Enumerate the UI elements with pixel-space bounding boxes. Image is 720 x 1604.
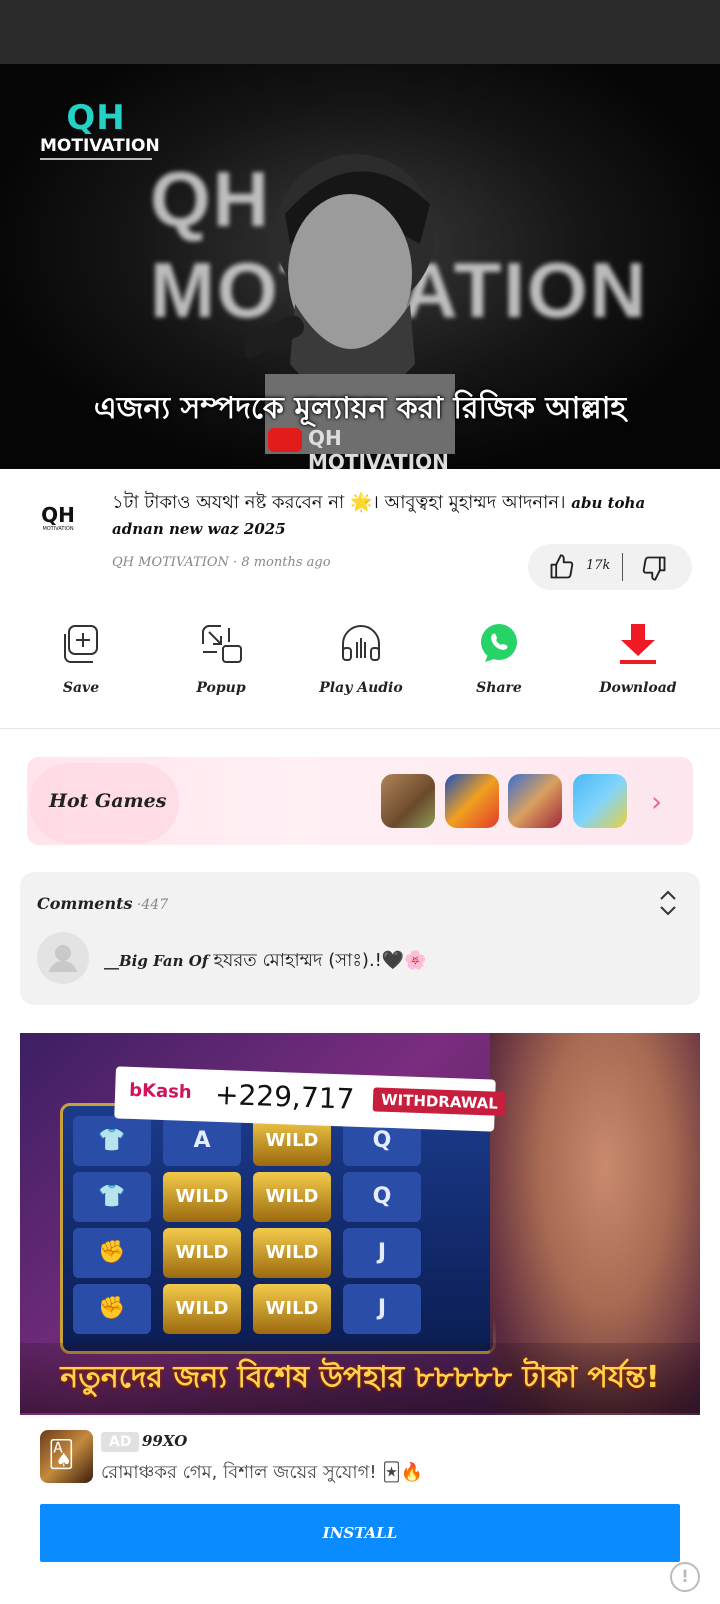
expand-collapse-icon[interactable] (656, 888, 680, 918)
reel-4: QQJJ (343, 1116, 423, 1341)
reel-symbol: J (343, 1228, 421, 1278)
download-icon (620, 624, 656, 664)
video-player[interactable]: QH MOTIVATION QH MOTIVATION QH MOTIVATIO… (0, 64, 720, 469)
download-label: Download (599, 680, 677, 696)
hot-games-banner[interactable]: Hot Games › (27, 757, 693, 845)
save-button[interactable]: Save (21, 622, 141, 696)
withdrawal-amount: +229,717 (214, 1077, 355, 1116)
commenter-avatar (37, 932, 89, 984)
top-comment: __Big Fan Of হযরত মোহাম্মদ (সাঃ).!🖤🌸 (104, 946, 427, 977)
whatsapp-icon (481, 624, 517, 662)
bookmark-add-icon (64, 625, 98, 663)
video-meta[interactable]: QH MOTIVATION · 8 months ago (112, 555, 331, 570)
reel-symbol: ✊ (73, 1228, 151, 1278)
reel-symbol: A (163, 1116, 241, 1166)
brand-logo-mark: QH (66, 98, 126, 138)
reel-symbol: 👕 (73, 1172, 151, 1222)
reel-symbol: J (343, 1284, 421, 1334)
ad-description: রোমাঞ্চকর গেম, বিশাল জয়ের সুযোগ! 🃏🔥 (101, 1462, 424, 1483)
popup-label: Popup (196, 680, 246, 696)
ad-badge: AD (101, 1432, 140, 1452)
game-tile-3[interactable] (508, 774, 562, 828)
like-dislike-pill: 17k (528, 544, 692, 590)
user-placeholder-icon (49, 945, 77, 972)
comments-count: ·447 (132, 897, 169, 913)
reel-symbol: 👕 (73, 1116, 151, 1166)
channel-avatar[interactable]: QH MOTIVATION (36, 496, 80, 540)
bkash-logo: bKash (128, 1079, 193, 1104)
slot-machine-reels: 👕 👕 ✊ ✊ A WILD WILD WILD WILD WILD WILD WILD QQJJ (60, 1103, 496, 1354)
section-divider (0, 728, 720, 729)
wild-symbol: WILD (253, 1284, 331, 1334)
wild-symbol: WILD (163, 1228, 241, 1278)
wild-symbol: WILD (253, 1172, 331, 1222)
reel-1: 👕 👕 ✊ ✊ (73, 1116, 153, 1341)
video-title: ১টা টাকাও অযথা নষ্ট করবেন না 🌟। আবুত্বহা… (112, 490, 692, 542)
reel-3: WILD WILD WILD WILD (253, 1116, 333, 1341)
comments-section[interactable]: Comments ·447 __Big Fan Of হযরত মোহাম্মদ… (20, 872, 700, 1005)
channel-avatar-text: MOTIVATION (42, 526, 74, 532)
play-audio-label: Play Audio (319, 680, 403, 696)
download-button[interactable]: Download (578, 622, 698, 696)
video-caption: এজন্য সম্পদকে মূল্যায়ন করা রিজিক আল্লাহ (93, 391, 627, 426)
game-tile-4[interactable] (573, 774, 627, 828)
advertiser-name: 99XO (142, 1432, 188, 1450)
ad-creative[interactable]: 👕 👕 ✊ ✊ A WILD WILD WILD WILD WILD WILD WILD QQJJ… (20, 1033, 700, 1415)
headphones-icon (342, 625, 380, 661)
reel-2: A WILD WILD WILD (163, 1116, 243, 1341)
withdrawal-tag: WITHDRAWAL (372, 1087, 507, 1117)
play-audio-button[interactable]: Play Audio (301, 622, 421, 696)
status-bar (0, 0, 720, 64)
install-button[interactable]: INSTALL (40, 1504, 680, 1562)
thumbs-down-icon[interactable] (640, 554, 668, 582)
like-count: 17k (586, 558, 611, 573)
wild-symbol: WILD (253, 1228, 331, 1278)
save-label: Save (62, 680, 100, 696)
info-icon[interactable]: ! (670, 1562, 700, 1592)
wild-symbol: WILD (163, 1284, 241, 1334)
popup-button[interactable]: Popup (161, 622, 281, 696)
reel-symbol: ✊ (73, 1284, 151, 1334)
chevron-right-icon[interactable]: › (651, 785, 662, 818)
top-comment-text: হযরত মোহাম্মদ (সাঃ).!🖤🌸 (213, 950, 427, 971)
top-comment-user: __Big Fan Of (104, 952, 214, 970)
video-title-bangla: ১টা টাকাও অযথা নষ্ট করবেন না 🌟। আবুত্বহা… (112, 492, 572, 513)
wild-symbol: WILD (163, 1172, 241, 1222)
comments-title: Comments (37, 894, 133, 913)
ad-banner-text: নতুনদের জন্য বিশেষ উপহার ৮৮৮৮৮ টাকা পর্য… (60, 1360, 660, 1395)
playing-cards-icon: 🂡 (48, 1440, 75, 1470)
channel-avatar-mark: QH (41, 503, 75, 527)
share-button[interactable]: Share (439, 622, 559, 696)
game-tile-2[interactable] (445, 774, 499, 828)
like-separator (622, 553, 623, 581)
popup-window-icon (202, 625, 242, 663)
thumbs-up-icon[interactable] (548, 553, 576, 581)
comments-header: Comments ·447 (37, 894, 168, 913)
reel-symbol: Q (343, 1172, 421, 1222)
advertiser-icon[interactable]: 🂡 (40, 1430, 93, 1483)
share-label: Share (476, 680, 522, 696)
game-tile-1[interactable] (381, 774, 435, 828)
action-bar: Save Popup Play Audio Share Download (0, 622, 720, 702)
hot-games-title: Hot Games (49, 790, 167, 812)
brand-logo: QH MOTIVATION (40, 98, 160, 160)
brand-logo-text: MOTIVATION (40, 136, 160, 160)
